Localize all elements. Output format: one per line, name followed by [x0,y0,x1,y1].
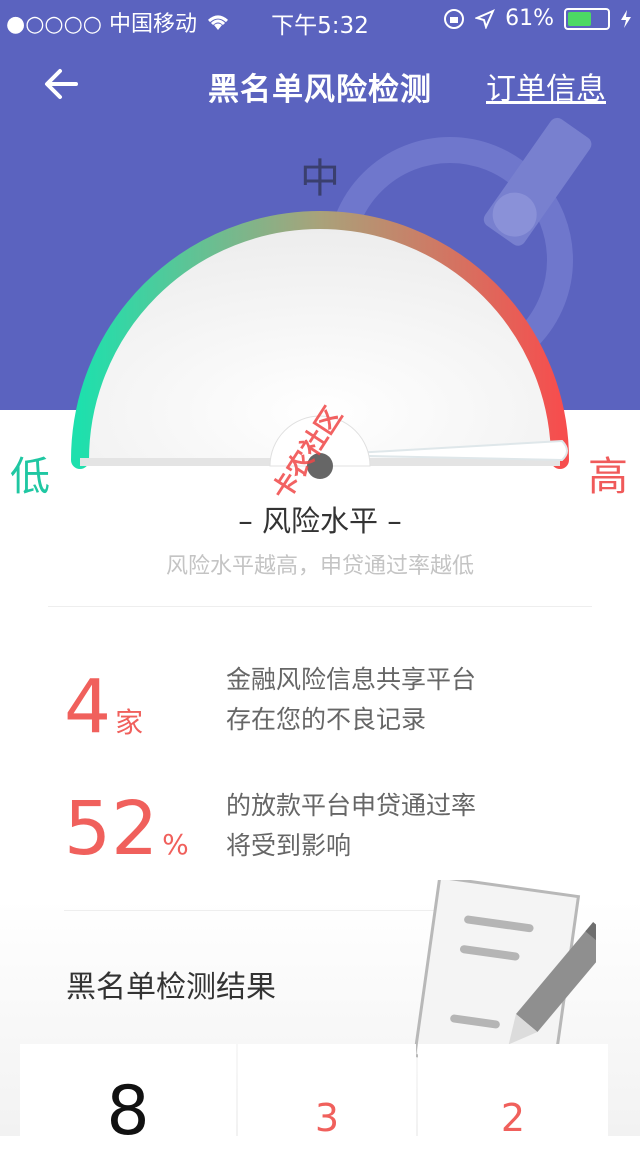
high-level-label: 高 [588,454,628,500]
result-card-third[interactable]: 2 [418,1044,608,1140]
stat-row-platforms: 4家 金融风险信息共享平台 存在您的不良记录 [0,660,640,770]
stat-unit: % [162,828,189,861]
result-count: 3 [314,1096,340,1140]
divider-top [48,606,592,607]
result-count: 2 [500,1096,526,1140]
battery-icon [564,7,610,30]
location-icon [475,8,496,29]
risk-level-subtitle: 风险水平越高，申贷通过率越低 [165,554,474,579]
stat-line-2: 存在您的不良记录 [226,705,427,734]
stat-description: 金融风险信息共享平台 存在您的不良记录 [226,660,476,740]
stat-unit: 家 [115,706,144,739]
low-level-label: 低 [10,454,50,500]
current-level-label: 中 [300,156,340,202]
stat-description: 的放款平台申贷通过率 将受到影响 [226,786,476,866]
risk-level-title: – 风险水平 – [238,504,402,538]
orientation-lock-icon [444,8,465,29]
order-info-link[interactable]: 订单信息 [486,64,606,108]
page-title: 黑名单风险检测 [208,72,432,108]
result-card-total[interactable]: 8 [20,1044,236,1151]
result-card-second[interactable]: 3 [238,1044,416,1140]
stat-line-1: 金融风险信息共享平台 [226,665,477,694]
stat-line-2: 将受到影响 [226,831,352,860]
stat-value: 52% [64,792,189,882]
navigation-bar: 黑名单风险检测 订单信息 [0,40,640,128]
stat-number: 52 [64,786,159,872]
stat-number: 4 [64,664,112,750]
stat-value: 4家 [64,670,143,760]
stat-line-1: 的放款平台申贷通过率 [226,791,477,820]
status-bar: ●○○○○ 中国移动 下午5:32 61% [0,0,640,40]
result-count: 8 [106,1072,150,1151]
battery-percent: 61% [505,6,554,31]
battery-fill [568,11,592,26]
results-title: 黑名单检测结果 [66,970,276,1005]
charging-icon [621,9,631,28]
back-arrow-icon[interactable] [40,62,84,106]
